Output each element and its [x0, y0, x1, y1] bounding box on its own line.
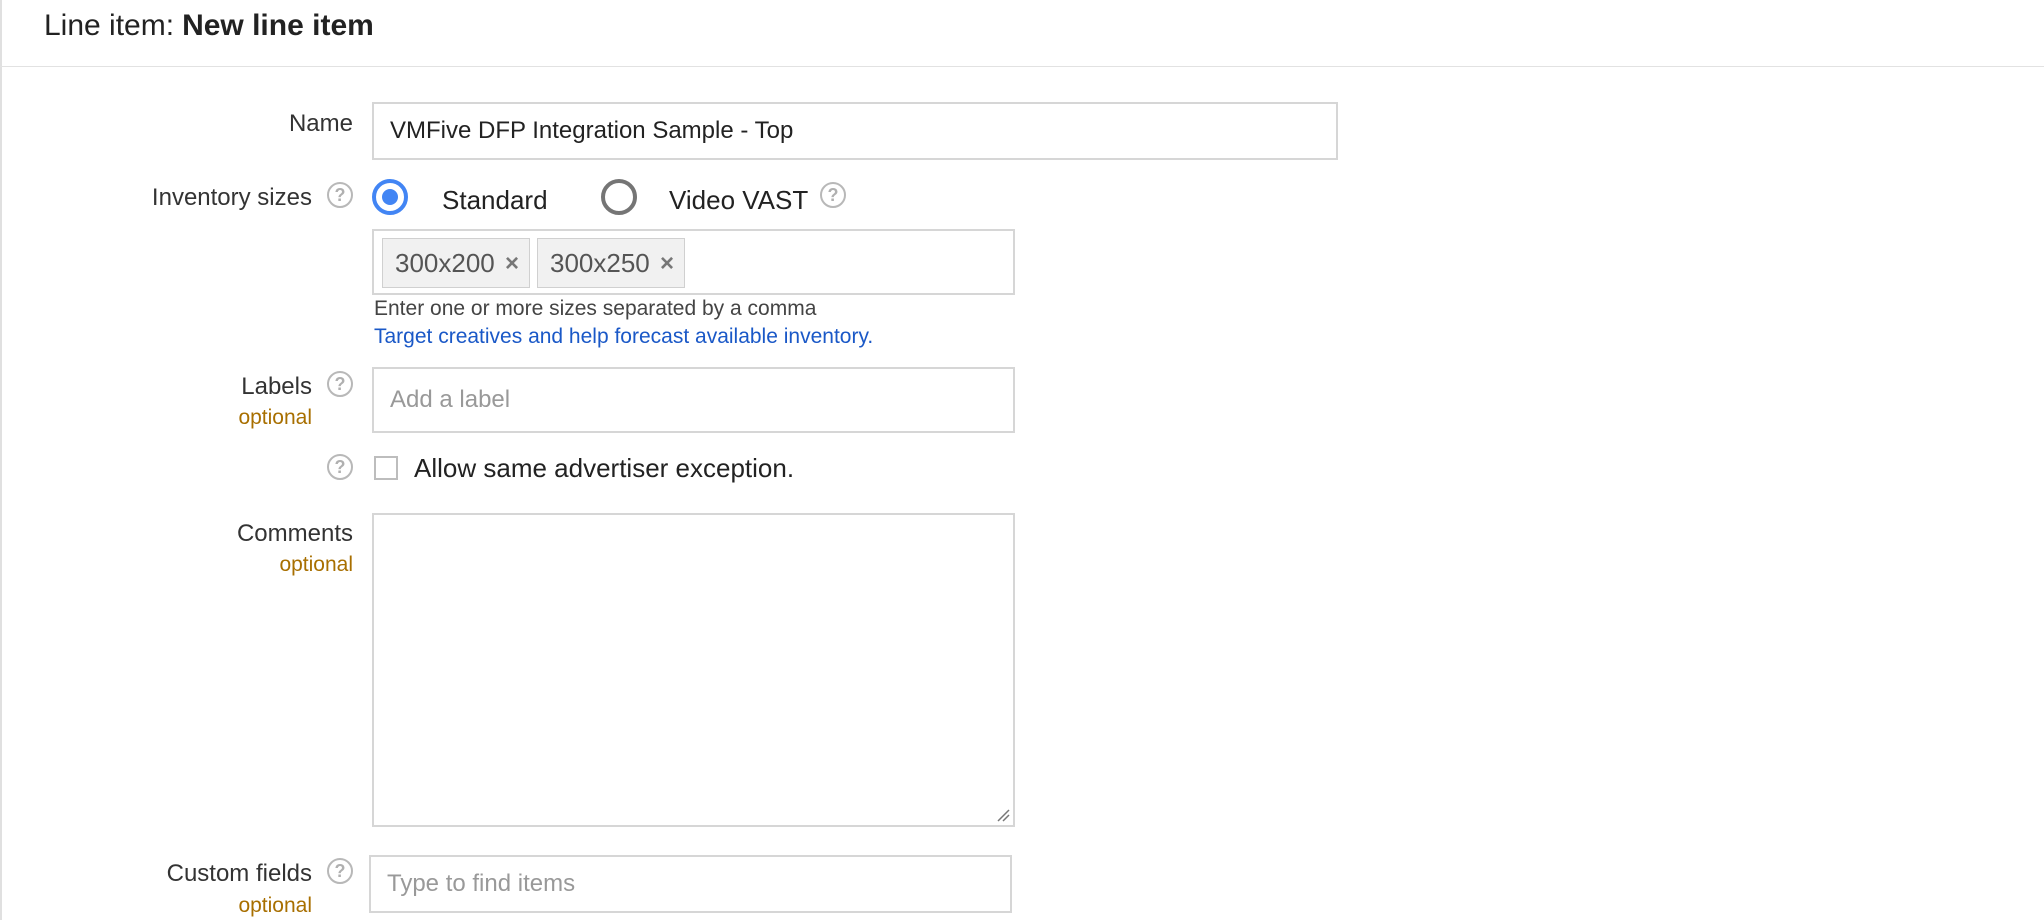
name-label: Name — [288, 110, 353, 137]
inventory-sizes-hint: Enter one or more sizes separated by a c… — [374, 297, 817, 320]
page-title-prefix: Line item: — [44, 9, 175, 42]
custom-fields-help-icon[interactable]: ? — [327, 858, 353, 884]
inventory-sizes-help-icon[interactable]: ? — [327, 182, 353, 208]
size-chip: 300x200 × — [382, 238, 530, 288]
same-advertiser-checkbox[interactable] — [374, 456, 398, 480]
remove-size-chip-icon[interactable]: × — [660, 240, 674, 288]
labels-optional-tag: optional — [238, 406, 312, 429]
inventory-sizes-input[interactable]: 300x200 × 300x250 × — [372, 229, 1015, 295]
size-chip-label: 300x200 — [395, 248, 495, 278]
size-chip-label: 300x250 — [550, 248, 650, 278]
name-input-value: VMFive DFP Integration Sample - Top — [390, 117, 794, 144]
custom-fields-input[interactable]: Type to find items — [369, 855, 1012, 913]
labels-help-icon[interactable]: ? — [327, 371, 353, 397]
video-vast-radio[interactable] — [601, 179, 637, 215]
same-advertiser-label[interactable]: Allow same advertiser exception. — [414, 452, 794, 484]
comments-label: Comments — [236, 520, 353, 547]
resize-grip-icon[interactable] — [996, 808, 1010, 822]
video-vast-help-icon[interactable]: ? — [820, 182, 846, 208]
custom-fields-input-placeholder: Type to find items — [387, 870, 576, 897]
custom-fields-optional-tag: optional — [238, 894, 312, 917]
labels-label: Labels — [241, 373, 312, 400]
page-header: Line item: New line item — [0, 0, 2044, 67]
custom-fields-label: Custom fields — [166, 860, 312, 887]
standard-radio[interactable] — [372, 179, 408, 215]
page-title: Line item: New line item — [44, 6, 374, 46]
video-vast-radio-label[interactable]: Video VAST — [669, 184, 808, 216]
standard-radio-label[interactable]: Standard — [442, 184, 548, 216]
same-advertiser-help-icon[interactable]: ? — [327, 454, 353, 480]
remove-size-chip-icon[interactable]: × — [505, 240, 519, 288]
name-input[interactable]: VMFive DFP Integration Sample - Top — [372, 102, 1338, 160]
target-creatives-link[interactable]: Target creatives and help forecast avail… — [374, 323, 873, 351]
labels-input-placeholder: Add a label — [390, 386, 511, 413]
labels-input[interactable]: Add a label — [372, 367, 1015, 433]
comments-textarea[interactable] — [372, 513, 1015, 827]
line-item-name-title: New line item — [182, 9, 374, 42]
size-chip: 300x250 × — [537, 238, 685, 288]
inventory-sizes-label: Inventory sizes — [151, 184, 312, 211]
comments-optional-tag: optional — [279, 553, 353, 576]
